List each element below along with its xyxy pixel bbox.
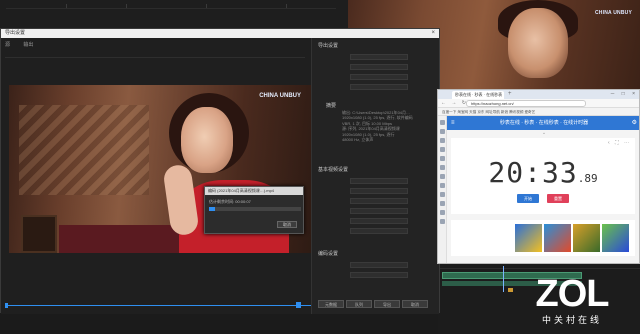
tab-output[interactable]: 输出 (23, 42, 33, 48)
stopwatch-milliseconds: .89 (577, 172, 598, 185)
timeline-playhead[interactable] (503, 266, 504, 292)
source-output-pane: 源 输出 CHINA UNBUY 编码 (2021年04月高清视频课…).mp4… (1, 38, 311, 314)
in-point-handle[interactable] (5, 303, 8, 308)
ad-thumbnail[interactable] (573, 224, 600, 252)
bookmarks-bar[interactable]: 百度一下 淘宝网 天猫 京东 网址导航 新浪 腾讯视频 爱奇艺 (438, 108, 639, 116)
output-name-field[interactable] (350, 84, 408, 90)
ad-banner[interactable] (451, 220, 635, 256)
progress-bar (209, 207, 301, 211)
sidebar-icon[interactable] (440, 219, 445, 224)
source-range-scrubber[interactable] (5, 302, 311, 308)
ad-thumbnail[interactable] (544, 224, 571, 252)
background-mural (19, 105, 149, 195)
dialog-titlebar[interactable]: 导出设置 × (1, 29, 439, 38)
sidebar-icon[interactable] (440, 174, 445, 179)
browser-sidebar (438, 116, 447, 263)
wooden-chair (21, 215, 57, 253)
metadata-button[interactable]: 元数据 (318, 300, 344, 308)
window-controls[interactable]: ─ □ × (611, 91, 638, 97)
browser-tab[interactable]: 秒表在线 · 秒表 · 在线秒表 (452, 91, 504, 99)
progress-title: 编码 (2021年04月高清视频课…).mp4 (205, 187, 303, 195)
section-export-settings: 导出设置 (318, 43, 339, 49)
sidebar-icon[interactable] (440, 138, 445, 143)
section-basic-video: 基本视频设置 (318, 167, 349, 173)
ad-thumbnail[interactable] (602, 224, 629, 252)
browser-tab-strip: 秒表在线 · 秒表 · 在线秒表 + ─ □ × (438, 90, 639, 99)
preset-dropdown[interactable] (350, 64, 408, 70)
summary-line: 48000 Hz, 立体声 (342, 137, 374, 143)
timeline-ruler (438, 268, 640, 269)
site-header: ≡ 秒表在线 · 秒表 · 在线秒表 · 在线计时器 ⚙ (447, 116, 639, 130)
new-tab-icon[interactable]: + (508, 91, 512, 97)
stopwatch-card: ‹ ⛶ ⋯ 20:33.89 开始 重置 (451, 138, 635, 214)
source-output-tabs: 源 输出 (5, 41, 45, 49)
ad-thumbnail[interactable] (515, 224, 542, 252)
tab-source[interactable]: 源 (5, 42, 10, 48)
sidebar-icon[interactable] (440, 156, 445, 161)
aspect-dropdown[interactable] (350, 218, 408, 224)
export-summary: 输出: C:\Users\Desktop\2021年04月… 1920x1080… (342, 110, 436, 142)
video-brand-logo: CHINA UNBUY (259, 93, 301, 99)
preview-face (508, 8, 568, 78)
sidebar-icon[interactable] (440, 192, 445, 197)
page-content: ‹ ⛶ ⋯ 20:33.89 开始 重置 (447, 136, 639, 263)
nav-buttons[interactable]: ← → ↻ (441, 100, 468, 106)
scrubber-track[interactable] (5, 305, 311, 306)
workspace-tab-row (6, 3, 336, 9)
sidebar-icon[interactable] (440, 201, 445, 206)
frame-rate-dropdown[interactable] (350, 198, 408, 204)
timeline-marker[interactable] (508, 288, 513, 292)
sidebar-icon[interactable] (440, 183, 445, 188)
tv-standard-dropdown[interactable] (350, 228, 408, 234)
export-button[interactable]: 导出 (374, 300, 400, 308)
encoding-progress-dialog: 编码 (2021年04月高清视频课…).mp4 估计剩余时间: 00:00:07… (204, 186, 304, 234)
sidebar-icon[interactable] (440, 210, 445, 215)
dialog-title: 导出设置 (5, 30, 26, 36)
queue-button[interactable]: 队列 (346, 300, 372, 308)
reset-button[interactable]: 重置 (547, 194, 569, 203)
workspace-top-panel (0, 0, 348, 28)
close-icon[interactable]: × (431, 29, 435, 38)
out-point-handle[interactable] (295, 302, 301, 308)
menu-icon[interactable]: ≡ (451, 116, 455, 130)
encoding-dropdown[interactable] (350, 262, 408, 268)
width-field[interactable] (350, 178, 408, 184)
comments-field[interactable] (350, 74, 408, 80)
sidebar-icon[interactable] (440, 165, 445, 170)
sidebar-icon[interactable] (440, 147, 445, 152)
start-button[interactable]: 开始 (517, 194, 539, 203)
export-settings-dialog: 导出设置 × 源 输出 CHINA UNBUY 编码 (2021年04月高清视频… (0, 28, 440, 314)
browser-window: 秒表在线 · 秒表 · 在线秒表 + ─ □ × ← → ↻ https://n… (437, 89, 640, 264)
format-dropdown[interactable] (350, 54, 408, 60)
progress-remaining-text: 估计剩余时间: 00:00:07 (209, 199, 251, 204)
stopwatch-display: 20:33.89 (451, 156, 635, 189)
zol-watermark: ZOL 中关村在线 (522, 275, 622, 329)
height-field[interactable] (350, 188, 408, 194)
stopwatch-time: 20:33 (488, 156, 578, 189)
ad-thumbnails[interactable] (515, 224, 633, 252)
field-order-dropdown[interactable] (350, 208, 408, 214)
progress-bar-fill (209, 207, 216, 211)
summary-label: 摘要 (326, 103, 337, 109)
cancel-encoding-button[interactable]: 取消 (277, 221, 297, 228)
bitrate-dropdown[interactable] (350, 272, 408, 278)
export-settings-pane: 导出设置 摘要 输出: C:\Users\Desktop\2021年04月… 1… (311, 38, 439, 314)
source-scaling-row (5, 52, 305, 58)
gear-icon[interactable]: ⚙ (632, 116, 637, 130)
url-input[interactable]: https://naozhong.net.cn/ (466, 100, 586, 107)
address-bar-row: ← → ↻ https://naozhong.net.cn/ (438, 99, 639, 108)
sidebar-icon[interactable] (440, 120, 445, 125)
face (181, 107, 233, 173)
zol-logo: ZOL (535, 273, 610, 315)
cancel-button[interactable]: 取消 (402, 300, 428, 308)
preview-logo: CHINA UNBUY (594, 10, 632, 16)
site-title: 秒表在线 · 秒表 · 在线秒表 · 在线计时器 (499, 120, 589, 126)
card-toolbar-icons[interactable]: ‹ ⛶ ⋯ (608, 140, 631, 146)
section-encoding: 编码设置 (318, 251, 339, 257)
sidebar-icon[interactable] (440, 129, 445, 134)
